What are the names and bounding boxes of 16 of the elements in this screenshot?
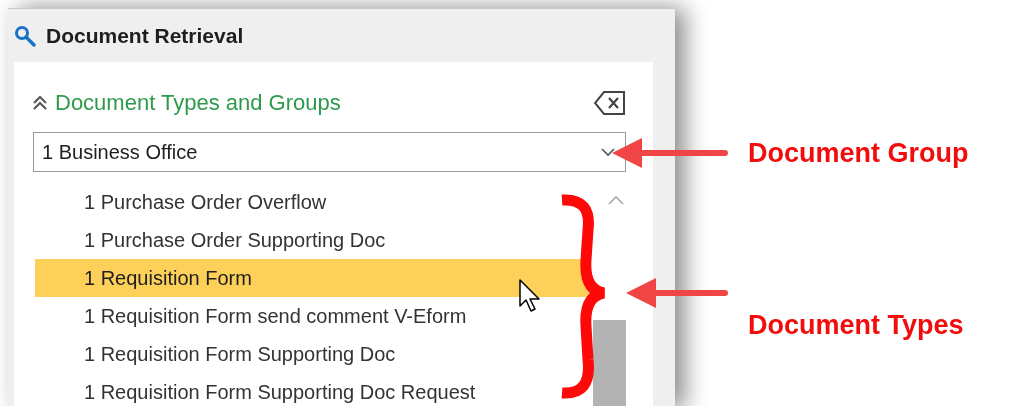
document-type-item[interactable]: 1 Purchase Order Overflow xyxy=(35,183,591,221)
arrow-icon xyxy=(626,278,728,308)
document-type-item[interactable]: 1 Requisition Form Supporting Doc xyxy=(35,335,591,373)
search-icon xyxy=(14,24,36,47)
panel-title: Document Retrieval xyxy=(46,23,244,48)
chevron-down-icon xyxy=(601,147,615,157)
group-dropdown[interactable]: 1 Business Office xyxy=(33,132,626,172)
arrow-icon xyxy=(612,138,728,168)
annotation-label: Document Types xyxy=(748,309,964,341)
annotation-label: Document Group xyxy=(748,137,969,169)
clear-icon[interactable] xyxy=(594,90,626,116)
collapse-icon[interactable] xyxy=(33,95,47,111)
document-type-item[interactable]: 1 Requisition Form xyxy=(35,259,591,297)
section-title: Document Types and Groups xyxy=(55,90,342,116)
document-type-item[interactable]: 1 Requisition Form Supporting Doc Request xyxy=(35,373,591,406)
document-type-item[interactable]: 1 Purchase Order Supporting Doc xyxy=(35,221,591,259)
